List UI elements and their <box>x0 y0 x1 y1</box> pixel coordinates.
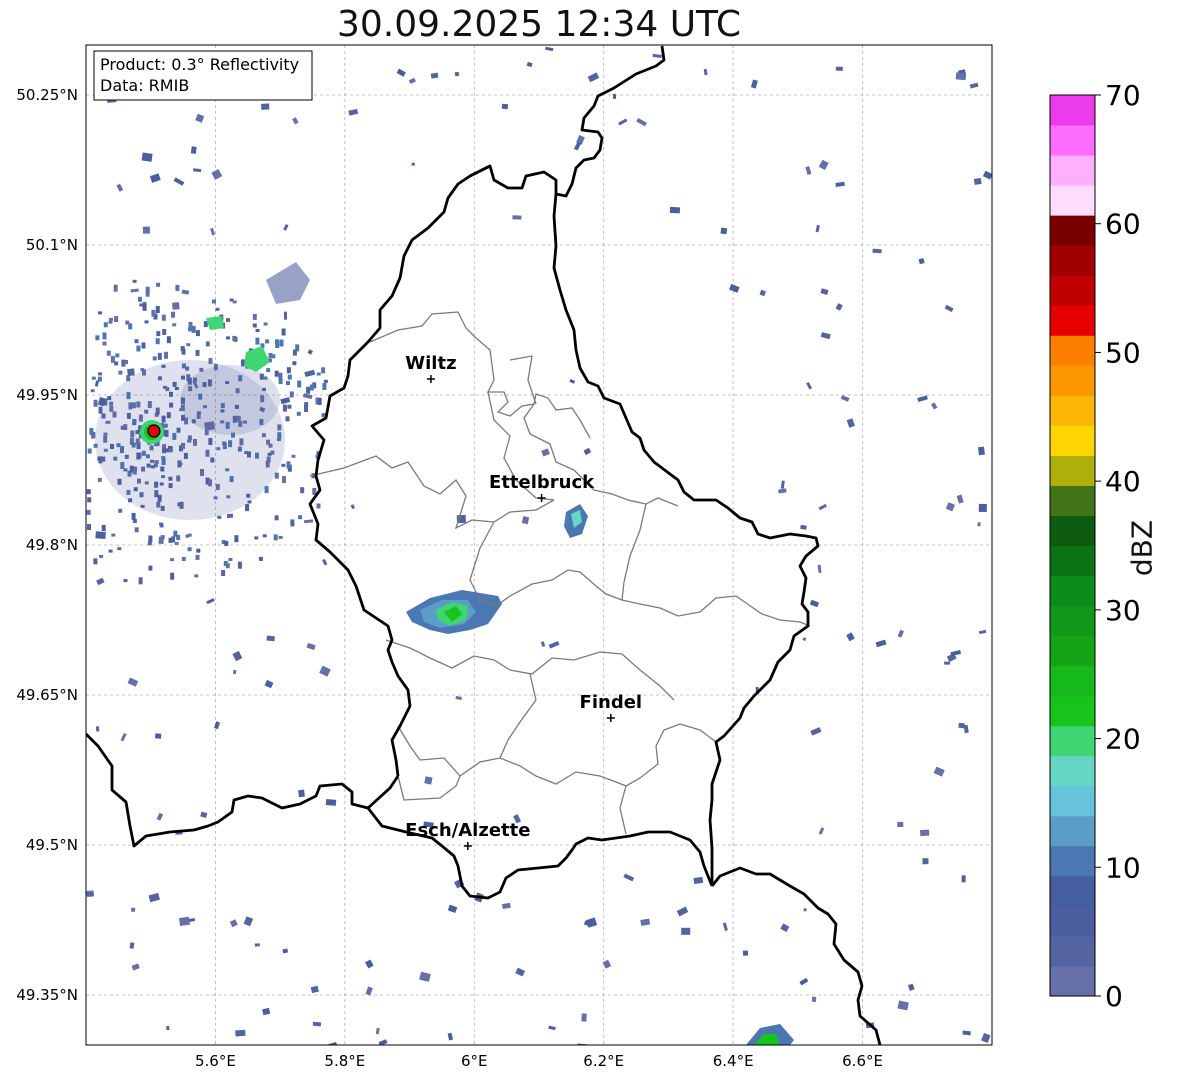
colorbar-segment <box>1050 515 1095 546</box>
colorbar-tick-label: 60 <box>1105 208 1141 241</box>
colorbar-segment <box>1050 755 1095 787</box>
colorbar-tick-label: 20 <box>1105 723 1141 756</box>
city-label: Findel <box>580 692 643 713</box>
colorbar-segment <box>1050 185 1095 216</box>
colorbar-segment <box>1050 665 1095 697</box>
colorbar-segment <box>1050 215 1095 246</box>
radar-site-marker <box>147 424 161 438</box>
colorbar-tick-label: 30 <box>1105 594 1141 627</box>
colorbar-segment <box>1050 335 1095 366</box>
lon-tick-label: 5.8°E <box>324 1052 365 1070</box>
colorbar-segment <box>1050 455 1095 486</box>
lon-tick-label: 6.2°E <box>583 1052 624 1070</box>
longitude-tick-labels: 5.6°E 5.8°E 6°E 6.2°E 6.4°E 6.6°E <box>195 1052 883 1070</box>
lon-tick-label: 6.4°E <box>713 1052 754 1070</box>
colorbar-segment <box>1050 305 1095 336</box>
lon-tick-label: 6°E <box>461 1052 488 1070</box>
colorbar-segment <box>1050 125 1095 156</box>
colorbar-segment <box>1050 695 1095 727</box>
lon-tick-label: 6.6°E <box>842 1052 883 1070</box>
colorbar-segment <box>1050 845 1095 877</box>
colorbar-tick-label: 50 <box>1105 336 1141 369</box>
colorbar-label: dBZ <box>1125 519 1159 577</box>
city-label: Wiltz <box>405 353 456 374</box>
city-label: Esch/Alzette <box>405 820 530 841</box>
colorbar-segment <box>1050 785 1095 817</box>
lon-tick-label: 5.6°E <box>195 1052 236 1070</box>
lat-tick-label: 49.65°N <box>16 686 78 704</box>
colorbar-segment <box>1050 545 1095 577</box>
info-product: Product: 0.3° Reflectivity <box>100 55 299 74</box>
city-label: Ettelbruck <box>489 472 595 493</box>
colorbar-segment <box>1050 875 1095 907</box>
colorbar-tick-label: 40 <box>1105 465 1141 498</box>
colorbar-segment <box>1050 485 1095 516</box>
colorbar <box>1049 94 1096 997</box>
lat-tick-label: 49.8°N <box>26 536 78 554</box>
colorbar-segment <box>1050 365 1095 396</box>
colorbar-segment <box>1050 275 1095 306</box>
colorbar-tick-label: 70 <box>1105 79 1141 112</box>
colorbar-segment <box>1050 815 1095 847</box>
colorbar-segment <box>1050 395 1095 426</box>
lat-tick-label: 49.95°N <box>16 386 78 404</box>
lat-tick-label: 50.25°N <box>16 86 78 104</box>
lat-tick-label: 49.5°N <box>26 836 78 854</box>
colorbar-segment <box>1050 95 1095 126</box>
colorbar-segment <box>1050 905 1095 937</box>
colorbar-segment <box>1050 575 1095 607</box>
colorbar-tick-label: 0 <box>1105 980 1123 1013</box>
radar-map-figure: 50.25°N 50.1°N 49.95°N 49.8°N 49.65°N 49.5°N 4… <box>16 44 1141 1070</box>
colorbar-segment <box>1050 965 1095 997</box>
info-data-source: Data: RMIB <box>100 76 189 95</box>
colorbar-segment <box>1050 635 1095 667</box>
info-box: Product: 0.3° Reflectivity Data: RMIB <box>93 50 313 101</box>
colorbar-segment <box>1050 155 1095 186</box>
latitude-tick-labels: 50.25°N 50.1°N 49.95°N 49.8°N 49.65°N 49.5°N 4… <box>16 86 78 1004</box>
colorbar-segment <box>1050 935 1095 967</box>
lat-tick-label: 49.35°N <box>16 986 78 1004</box>
echo-cell-west-radar <box>95 360 285 520</box>
colorbar-segment <box>1050 245 1095 276</box>
colorbar-segment <box>1050 725 1095 757</box>
colorbar-segment <box>1050 425 1095 456</box>
colorbar-segment <box>1050 605 1095 637</box>
lat-tick-label: 50.1°N <box>26 236 78 254</box>
colorbar-tick-label: 10 <box>1105 851 1141 884</box>
